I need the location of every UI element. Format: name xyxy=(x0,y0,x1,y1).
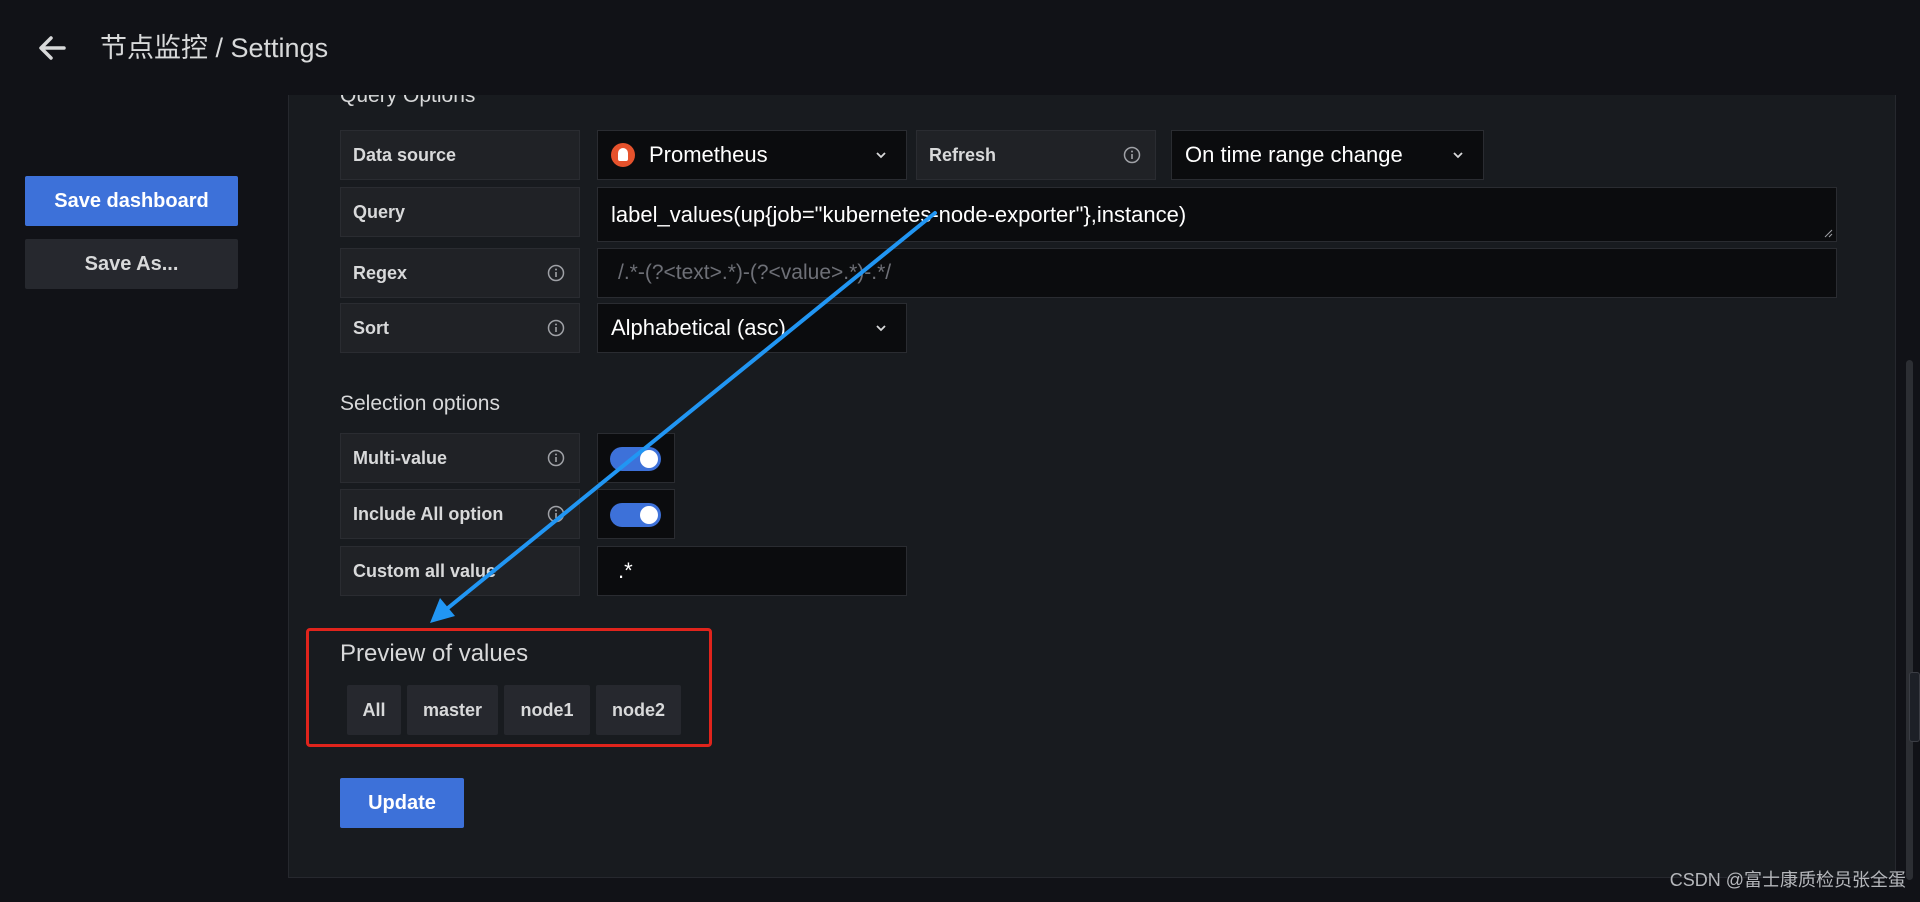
info-icon[interactable] xyxy=(1123,146,1141,164)
sort-label: Sort xyxy=(340,303,580,353)
data-source-label: Data source xyxy=(340,130,580,180)
multi-value-toggle[interactable] xyxy=(597,433,675,483)
refresh-label: Refresh xyxy=(916,130,1156,180)
query-textarea[interactable]: label_values(up{job="kubernetes-node-exp… xyxy=(597,187,1837,242)
query-options-heading: Query Options xyxy=(340,95,476,107)
info-icon[interactable] xyxy=(547,319,565,337)
regex-input[interactable]: /.*-(?<text>.*)-(?<value>.*)-.*/ xyxy=(597,248,1837,298)
selection-options-heading: Selection options xyxy=(340,392,500,415)
multi-value-label: Multi-value xyxy=(340,433,580,483)
prometheus-icon xyxy=(611,143,635,167)
update-button[interactable]: Update xyxy=(340,778,464,828)
settings-panel: Query Options Data source Prometheus Ref… xyxy=(288,95,1896,878)
custom-all-value-label: Custom all value xyxy=(340,546,580,596)
resize-grip-icon[interactable] xyxy=(1823,228,1833,238)
chevron-down-icon xyxy=(876,325,886,332)
toggle-track xyxy=(610,503,661,527)
include-all-label: Include All option xyxy=(340,489,580,539)
include-all-toggle[interactable] xyxy=(597,489,675,539)
chevron-down-icon xyxy=(1453,152,1463,159)
toggle-knob xyxy=(640,506,658,524)
regex-label: Regex xyxy=(340,248,580,298)
info-icon[interactable] xyxy=(547,449,565,467)
refresh-select[interactable]: On time range change xyxy=(1171,130,1484,180)
info-icon[interactable] xyxy=(547,264,565,282)
info-icon[interactable] xyxy=(547,505,565,523)
toggle-knob xyxy=(640,450,658,468)
toggle-track xyxy=(610,447,661,471)
preview-highlight-box xyxy=(306,628,712,747)
arrow-left-icon[interactable] xyxy=(34,30,70,66)
watermark: CSDN @富士康质检员张全蛋 xyxy=(1669,870,1906,890)
top-bar: 节点监控 / Settings xyxy=(0,0,1920,95)
save-dashboard-button[interactable]: Save dashboard xyxy=(25,176,238,226)
scrollbar[interactable] xyxy=(1906,360,1913,880)
sort-select[interactable]: Alphabetical (asc) xyxy=(597,303,907,353)
custom-all-value-input[interactable]: .* xyxy=(597,546,907,596)
data-source-select[interactable]: Prometheus xyxy=(597,130,907,180)
save-as-button[interactable]: Save As... xyxy=(25,239,238,289)
scrollbar-thumb[interactable] xyxy=(1909,672,1920,742)
query-label: Query xyxy=(340,187,580,237)
page-title: 节点监控 / Settings xyxy=(100,33,329,63)
chevron-down-icon xyxy=(876,152,886,159)
